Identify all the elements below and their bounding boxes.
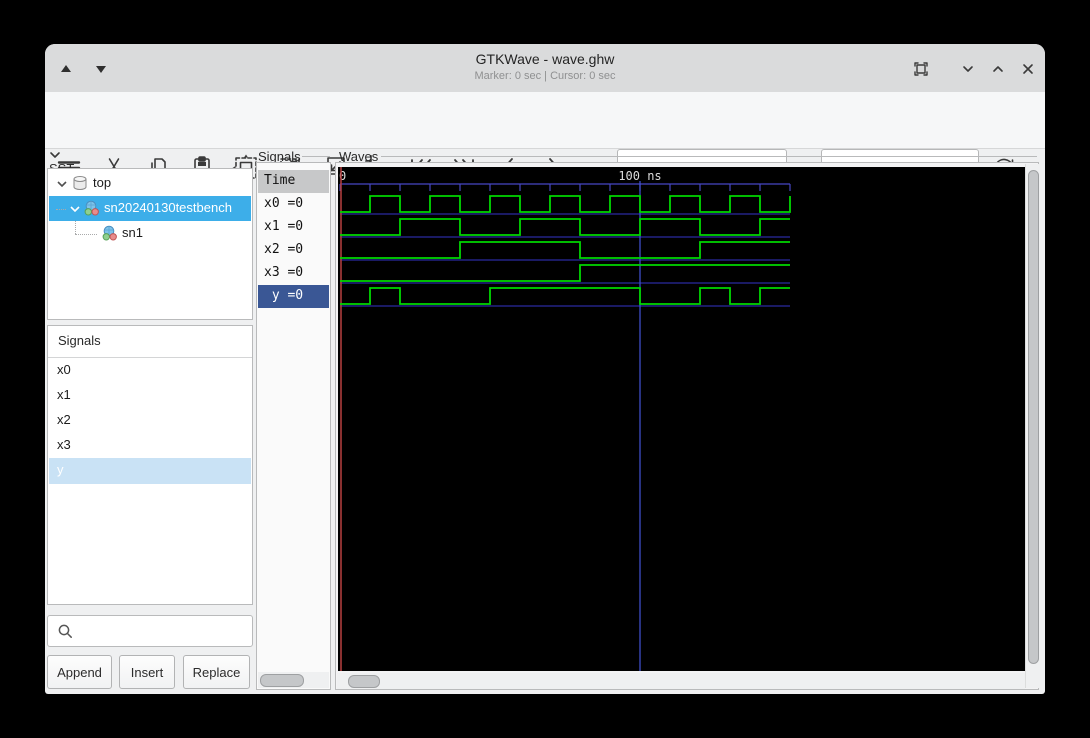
wave-row-x1[interactable]: x1 =0 <box>258 216 329 239</box>
tree-item-label: top <box>93 175 112 190</box>
search-icon <box>58 624 72 638</box>
minimize-button[interactable] <box>960 61 976 77</box>
svg-text:0: 0 <box>339 169 346 183</box>
wave-row-x3[interactable]: x3 =0 <box>258 262 329 285</box>
fullscreen-button[interactable] <box>913 61 929 77</box>
expander-down-icon <box>57 181 67 188</box>
time-header[interactable]: Time <box>258 170 329 193</box>
tree-item-label: sn20240130testbench <box>104 200 232 215</box>
fullscreen-icon <box>914 62 928 76</box>
waves-hscrollbar[interactable] <box>337 673 1025 689</box>
wave-row-x2[interactable]: x2 =0 <box>258 239 329 262</box>
toolbar: From: To: <box>45 92 1045 187</box>
wave-name-column: Time x0 =0 x1 =0 x2 =0 x3 =0 y =0 <box>256 162 331 690</box>
signals-frame-rule <box>302 156 330 157</box>
sst-tree: top sn20240130testbench sn1 <box>47 168 253 320</box>
waveform-plot: 0 100 ns <box>339 167 791 671</box>
list-item-y[interactable]: y <box>49 458 251 484</box>
tree-item-testbench[interactable]: sn20240130testbench <box>49 196 251 221</box>
name-column-hscrollbar[interactable] <box>258 672 329 688</box>
replace-button[interactable]: Replace <box>183 655 250 689</box>
name-column-hscrollbar-thumb[interactable] <box>260 674 304 687</box>
module-icon <box>84 200 99 216</box>
signal-search <box>47 615 253 647</box>
expander-down-icon <box>50 152 60 158</box>
close-button[interactable] <box>1020 61 1036 77</box>
signal-browser-header: Signals <box>48 326 252 358</box>
chevron-down-icon <box>963 66 973 72</box>
wave-canvas[interactable]: 0 100 ns <box>338 167 1026 671</box>
expander-down-icon <box>70 206 80 213</box>
window-title: GTKWave - wave.ghw <box>475 51 615 67</box>
list-item-x1[interactable]: x1 <box>49 383 251 408</box>
titlebar-text: GTKWave - wave.ghw Marker: 0 sec | Curso… <box>45 51 1045 82</box>
waves-vscrollbar-thumb[interactable] <box>1028 170 1039 664</box>
list-item-x0[interactable]: x0 <box>49 358 251 383</box>
list-item-x2[interactable]: x2 <box>49 408 251 433</box>
maximize-button[interactable] <box>990 61 1006 77</box>
chevron-up-icon <box>993 66 1003 72</box>
waves-panel: 0 100 ns <box>335 162 1039 690</box>
hierarchy-icon <box>73 176 87 190</box>
close-icon <box>1023 64 1033 74</box>
list-item-x3[interactable]: x3 <box>49 433 251 458</box>
signal-browser: Signals x0 x1 x2 x3 y <box>47 325 253 605</box>
tree-connector <box>75 234 97 235</box>
waves-vscrollbar[interactable] <box>1025 164 1039 688</box>
marker-cursor-status: Marker: 0 sec | Cursor: 0 sec <box>474 70 616 82</box>
wave-row-x0[interactable]: x0 =0 <box>258 193 329 216</box>
tree-connector <box>75 221 76 234</box>
module-icon <box>102 225 117 241</box>
tree-item-sn1[interactable]: sn1 <box>49 221 251 246</box>
signal-browser-title: Signals <box>58 333 101 348</box>
waves-hscrollbar-thumb[interactable] <box>348 675 380 688</box>
tree-item-top[interactable]: top <box>49 171 251 196</box>
gtkwave-window: GTKWave - wave.ghw Marker: 0 sec | Curso… <box>45 44 1045 694</box>
search-input[interactable] <box>78 620 250 637</box>
svg-text:100 ns: 100 ns <box>618 169 661 183</box>
append-button[interactable]: Append <box>47 655 112 689</box>
titlebar: GTKWave - wave.ghw Marker: 0 sec | Curso… <box>45 44 1045 93</box>
tree-connector <box>56 209 66 210</box>
waves-frame-rule <box>381 156 1037 157</box>
wave-row-y[interactable]: y =0 <box>258 285 329 308</box>
insert-button[interactable]: Insert <box>119 655 175 689</box>
tree-item-label: sn1 <box>122 225 143 240</box>
